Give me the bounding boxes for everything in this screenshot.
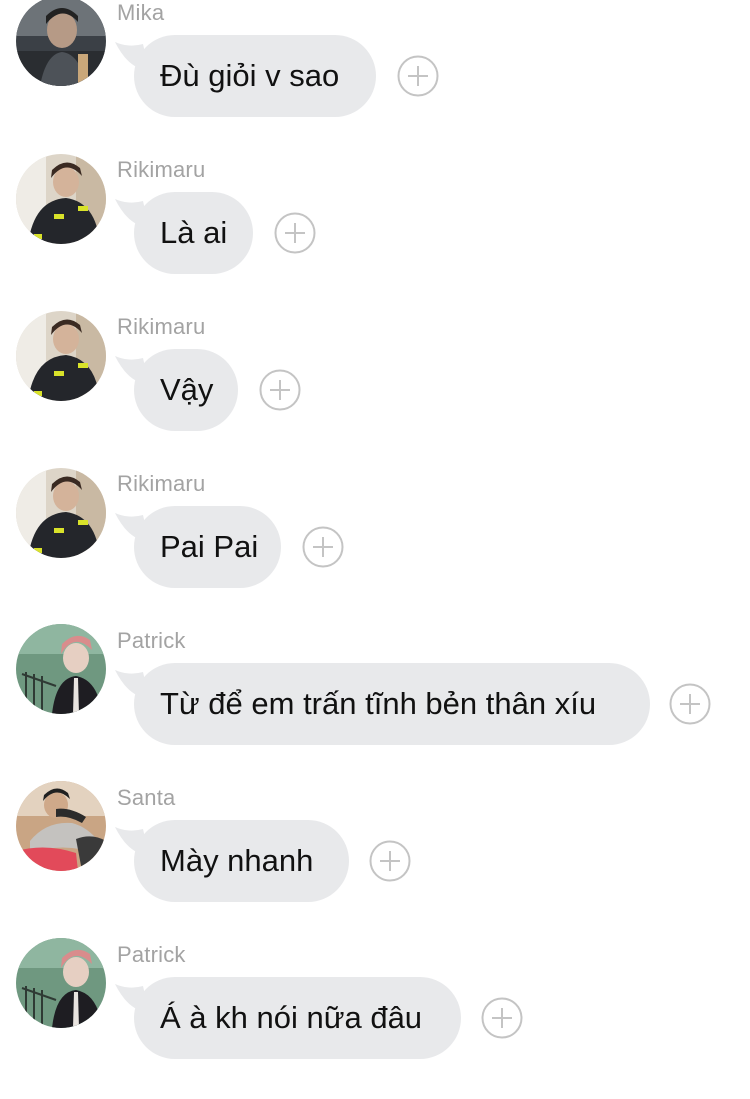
- message-bubble[interactable]: Là ai: [134, 192, 253, 274]
- add-reaction-icon[interactable]: [397, 55, 439, 97]
- message-row: Rikimaru Là ai: [0, 154, 750, 314]
- rikimaru-avatar[interactable]: [16, 311, 106, 401]
- message-row: Patrick Từ để em trấn tĩnh bẻn thân xíu: [0, 624, 750, 785]
- message-bubble[interactable]: Vậy: [134, 349, 238, 431]
- sender-name: Patrick: [117, 628, 186, 653]
- add-reaction-icon[interactable]: [669, 683, 711, 725]
- add-reaction-icon[interactable]: [274, 212, 316, 254]
- message-row: Patrick Á à kh nói nữa đâu: [0, 938, 750, 1099]
- patrick-avatar[interactable]: [16, 938, 106, 1028]
- santa-avatar[interactable]: [16, 781, 106, 871]
- message-row: Rikimaru Vậy: [0, 311, 750, 471]
- message-bubble[interactable]: Mày nhanh: [134, 820, 349, 902]
- message-bubble[interactable]: Đù giỏi v sao: [134, 35, 376, 117]
- sender-name: Santa: [117, 785, 176, 810]
- add-reaction-icon[interactable]: [481, 997, 523, 1039]
- sender-name: Mika: [117, 0, 165, 25]
- sender-name: Patrick: [117, 942, 186, 967]
- sender-name: Rikimaru: [117, 314, 206, 339]
- rikimaru-avatar[interactable]: [16, 154, 106, 244]
- message-bubble[interactable]: Từ để em trấn tĩnh bẻn thân xíu: [134, 663, 650, 745]
- message-bubble[interactable]: Pai Pai: [134, 506, 281, 588]
- add-reaction-icon[interactable]: [302, 526, 344, 568]
- message-row: Mika Đù giỏi v sao: [0, 0, 750, 157]
- message-row: Santa Mày nhanh: [0, 781, 750, 942]
- sender-name: Rikimaru: [117, 471, 206, 496]
- add-reaction-icon[interactable]: [259, 369, 301, 411]
- message-row: Rikimaru Pai Pai: [0, 468, 750, 628]
- add-reaction-icon[interactable]: [369, 840, 411, 882]
- sender-name: Rikimaru: [117, 157, 206, 182]
- mika-avatar[interactable]: [16, 0, 106, 86]
- patrick-avatar[interactable]: [16, 624, 106, 714]
- rikimaru-avatar[interactable]: [16, 468, 106, 558]
- chat-thread: Mika Đù giỏi v sao Rikimaru Là ai Rikima…: [0, 0, 750, 1063]
- message-bubble[interactable]: Á à kh nói nữa đâu: [134, 977, 461, 1059]
